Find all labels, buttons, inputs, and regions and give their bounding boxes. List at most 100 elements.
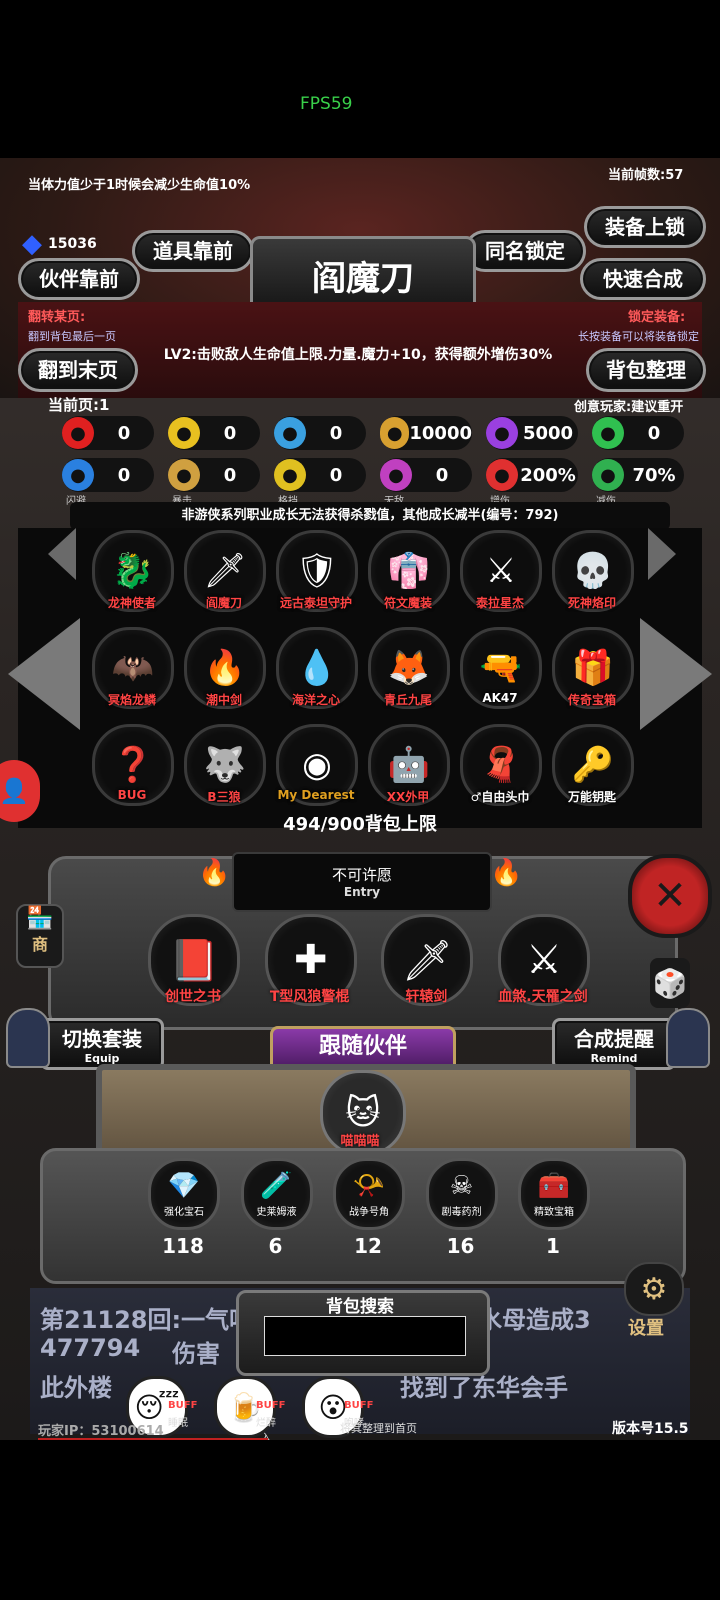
bag-item[interactable]: 🦇 冥焰龙鳞 bbox=[92, 627, 174, 709]
flame-left-icon: 🔥 bbox=[198, 858, 231, 888]
consumable-item[interactable]: 🧰 精致宝箱 1 bbox=[518, 1158, 590, 1278]
consumable-item[interactable]: 💎 强化宝石 118 bbox=[148, 1158, 220, 1278]
same-name-lock-button[interactable]: 同名锁定 bbox=[464, 230, 586, 272]
stat-value: 70% bbox=[632, 464, 676, 486]
heart-icon: ● bbox=[62, 417, 94, 449]
bottom-bar bbox=[0, 1440, 720, 1600]
sort-bag-button[interactable]: 背包整理 bbox=[586, 348, 706, 392]
bag-item-name: BUG bbox=[117, 788, 147, 802]
stats_row1-stat-5: ● 0 bbox=[592, 416, 684, 450]
page-prev-small-arrow[interactable] bbox=[48, 528, 76, 580]
consumable-item[interactable]: ☠ 剧毒药剂 16 bbox=[425, 1158, 498, 1278]
bag-item[interactable]: 🎁 传奇宝箱 bbox=[552, 627, 634, 709]
stats-row-secondary: ●0闪避●0暴击●0格挡●0无敌●200%增伤●70%减伤 bbox=[62, 458, 702, 507]
frame-count: 当前帧数:57 bbox=[608, 168, 684, 183]
log-line-2-mid: 伤害 bbox=[172, 1340, 220, 1368]
lock-equip-button[interactable]: 装备上锁 bbox=[584, 206, 706, 248]
bag-item[interactable]: 💧 海洋之心 bbox=[276, 627, 358, 709]
player-ip: 玩家IP：53100614 bbox=[38, 1424, 164, 1439]
quick-compose-button[interactable]: 快速合成 bbox=[580, 258, 706, 300]
game-screen: 当体力值少于1时候会减少生命值10% 当前帧数:57 ◆ 15036 装备上锁 … bbox=[0, 158, 720, 1440]
magic-icon: ● bbox=[486, 417, 518, 449]
equipped-item-name: 创世之书 bbox=[165, 989, 221, 1005]
consumable-item[interactable]: 🧪 史莱姆液 6 bbox=[240, 1158, 313, 1278]
top-bar: FPS59 bbox=[0, 0, 720, 158]
stat-value: 5000 bbox=[522, 422, 574, 444]
stats_row2-stat-5: ●70%减伤 bbox=[592, 458, 684, 507]
bag-item[interactable]: 🛡 远古泰坦守护 bbox=[276, 530, 358, 612]
compose-remind-button[interactable]: 合成提醒 Remind bbox=[552, 1018, 676, 1070]
current-page: 当前页:1 bbox=[48, 396, 110, 414]
equipped-item-name: T型风狼警棍 bbox=[269, 989, 350, 1005]
bag-search-input[interactable] bbox=[264, 1316, 466, 1356]
stat-value: 0 bbox=[223, 422, 237, 444]
damage-reduce-icon: ● bbox=[592, 459, 624, 491]
helmet-right-icon bbox=[666, 1008, 710, 1068]
close-icon[interactable]: ✕ bbox=[628, 854, 712, 938]
buff-tag: BUFF bbox=[168, 1400, 198, 1411]
invincible-icon: ● bbox=[380, 459, 412, 491]
stat-value: 200% bbox=[520, 464, 576, 486]
equipped-item[interactable]: 🗡 轩辕剑 bbox=[381, 914, 474, 1024]
bag-item[interactable]: 👘 符文魔装 bbox=[368, 530, 450, 612]
consumable-glyph: ☠ bbox=[449, 1170, 474, 1201]
dice-icon[interactable]: 🎲 bbox=[650, 958, 690, 1008]
wish-plate[interactable]: 不可许愿 Entry bbox=[232, 852, 492, 912]
wish-label: 不可许愿 bbox=[331, 866, 392, 884]
bag-item[interactable]: 🔑 万能钥匙 bbox=[552, 724, 634, 806]
bag-item[interactable]: 🗡 阎魔刀 bbox=[184, 530, 266, 612]
bag-item[interactable]: ◉ My Dearest bbox=[276, 724, 358, 806]
bag-item[interactable]: 🔫 AK47 bbox=[460, 627, 542, 709]
bag-item-name: B三狼 bbox=[207, 790, 241, 804]
gem-counter: ◆ 15036 bbox=[22, 226, 122, 262]
settings-label[interactable]: 设置 bbox=[628, 1314, 664, 1340]
stats_row2-stat-3: ●0无敌 bbox=[380, 458, 472, 507]
consumable-item[interactable]: 📯 战争号角 12 bbox=[333, 1158, 405, 1278]
bag-item[interactable]: ❓ BUG bbox=[92, 724, 174, 806]
equipped-item[interactable]: ⚔ 血煞.天罹之剑 bbox=[497, 914, 590, 1024]
buff-tag: BUFF bbox=[344, 1400, 374, 1411]
consumable-icon: 💎 强化宝石 bbox=[148, 1158, 220, 1230]
flip-label: 翻转某页: bbox=[28, 310, 86, 325]
stat-pill: ● 0 bbox=[274, 416, 366, 450]
bag-item-name: 潮中剑 bbox=[205, 693, 242, 707]
stats_row1-stat-2: ● 0 bbox=[274, 416, 366, 450]
bag-item[interactable]: 🦊 青丘九尾 bbox=[368, 627, 450, 709]
consumable-name: 战争号角 bbox=[349, 1206, 389, 1218]
consumable-glyph: 💎 bbox=[167, 1170, 201, 1201]
compose-remind-label: 合成提醒 bbox=[574, 1027, 654, 1051]
equipped-item[interactable]: ✚ T型风狼警棍 bbox=[264, 914, 357, 1024]
stats_row2-stat-2: ●0格挡 bbox=[274, 458, 366, 507]
settings-gear-icon[interactable]: ⚙ bbox=[624, 1262, 684, 1316]
clover-icon: ● bbox=[592, 417, 624, 449]
growth-note: 非游侠系列职业成长无法获得杀戮值，其他成长减半(编号：792) bbox=[70, 502, 670, 530]
switch-outfit-button[interactable]: 切换套装 Equip bbox=[40, 1018, 164, 1070]
bag-item[interactable]: 🧣 ♂自由头巾 bbox=[460, 724, 542, 806]
page-prev-arrow[interactable] bbox=[8, 618, 80, 730]
consumable-icon: 🧪 史莱姆液 bbox=[240, 1158, 313, 1230]
buff-label: 睡眠 bbox=[168, 1418, 188, 1429]
item-front-button[interactable]: 道具靠前 bbox=[132, 230, 254, 272]
equipped-item[interactable]: 📕 创世之书 bbox=[148, 914, 240, 1024]
page-next-small-arrow[interactable] bbox=[648, 528, 676, 580]
consumable-glyph: 🧪 bbox=[260, 1170, 293, 1201]
bag-item-name: AK47 bbox=[482, 691, 518, 705]
stat-pill: ● 0 bbox=[380, 458, 472, 492]
switch-outfit-label: 切换套装 bbox=[62, 1027, 142, 1051]
partner-front-button[interactable]: 伙伴靠前 bbox=[18, 258, 140, 300]
bag-capacity: 494/900背包上限 bbox=[283, 814, 437, 835]
shop-button[interactable]: 🏪 商 bbox=[16, 904, 64, 968]
buff-tag: BUFF bbox=[256, 1400, 286, 1411]
buff-item[interactable]: 🍺 BUFF 烂醉入 bbox=[214, 1376, 285, 1440]
strength-icon: ● bbox=[168, 417, 200, 449]
to-last-page-button[interactable]: 翻到末页 bbox=[18, 348, 138, 392]
stat-value: 0 bbox=[117, 422, 131, 444]
gem-icon: ◆ bbox=[22, 229, 42, 259]
bag-item[interactable]: 🐺 B三狼 bbox=[184, 724, 266, 806]
bag-item[interactable]: ⚔ 泰拉星杰 bbox=[460, 530, 542, 612]
bag-item[interactable]: 🤖 XX外甲 bbox=[368, 724, 450, 806]
bag-item[interactable]: 🔥 潮中剑 bbox=[184, 627, 266, 709]
bag-item[interactable]: 💀 死神烙印 bbox=[552, 530, 634, 612]
bag-item[interactable]: 🐉 龙神使者 bbox=[92, 530, 174, 612]
page-next-arrow[interactable] bbox=[640, 618, 712, 730]
